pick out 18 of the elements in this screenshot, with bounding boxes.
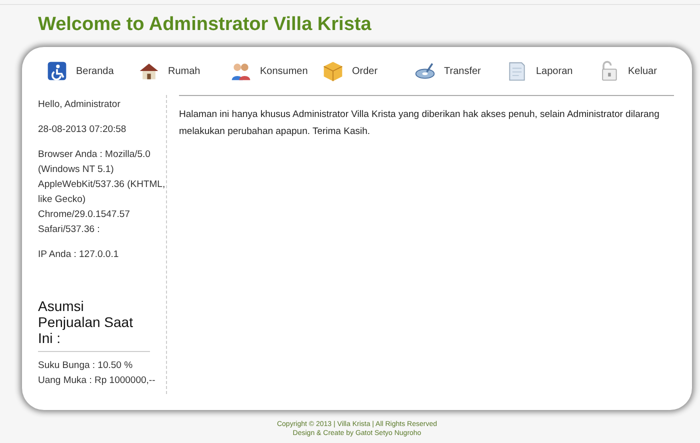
datetime-text: 28-08-2013 07:20:58 [38, 123, 128, 137]
browser-info: Browser Anda : Mozilla/5.0 (Windows NT 5.1) AppleWebKit/537.36 (KHTML, like Gecko) Chrome/29.0.1547.57 Safari/537.36 : [38, 148, 166, 237]
document-icon [506, 60, 528, 82]
nav-link[interactable]: Konsumen [230, 60, 322, 82]
section-heading: Asumsi Penjualan Saat Ini : [38, 298, 150, 352]
nav-link[interactable]: Beranda [46, 60, 138, 82]
greeting-text: Hello, Administrator [38, 98, 122, 112]
nav-link[interactable]: Laporan [506, 60, 598, 82]
info-line: Suku Bunga : 10.50 % [38, 359, 134, 373]
nav-link[interactable]: Keluar [598, 60, 690, 82]
nav-link[interactable]: Order [322, 60, 414, 82]
box-icon [322, 60, 344, 82]
nav-link[interactable]: Transfer [414, 60, 506, 82]
info-line: Uang Muka : Rp 1000000,-- [38, 374, 156, 388]
notice-text: Halaman ini hanya khusus Administrator Villa Krista yang diberikan hak akses penuh, selain Administrator dilarang melakukan perubahan apapun. Terima Kasih. [179, 95, 674, 140]
ip-info: IP Anda : 127.0.0.1 [38, 248, 120, 262]
nav-link[interactable]: Rumah [138, 60, 230, 82]
page-title: Welcome to Adminstrator Villa Krista [38, 13, 372, 37]
